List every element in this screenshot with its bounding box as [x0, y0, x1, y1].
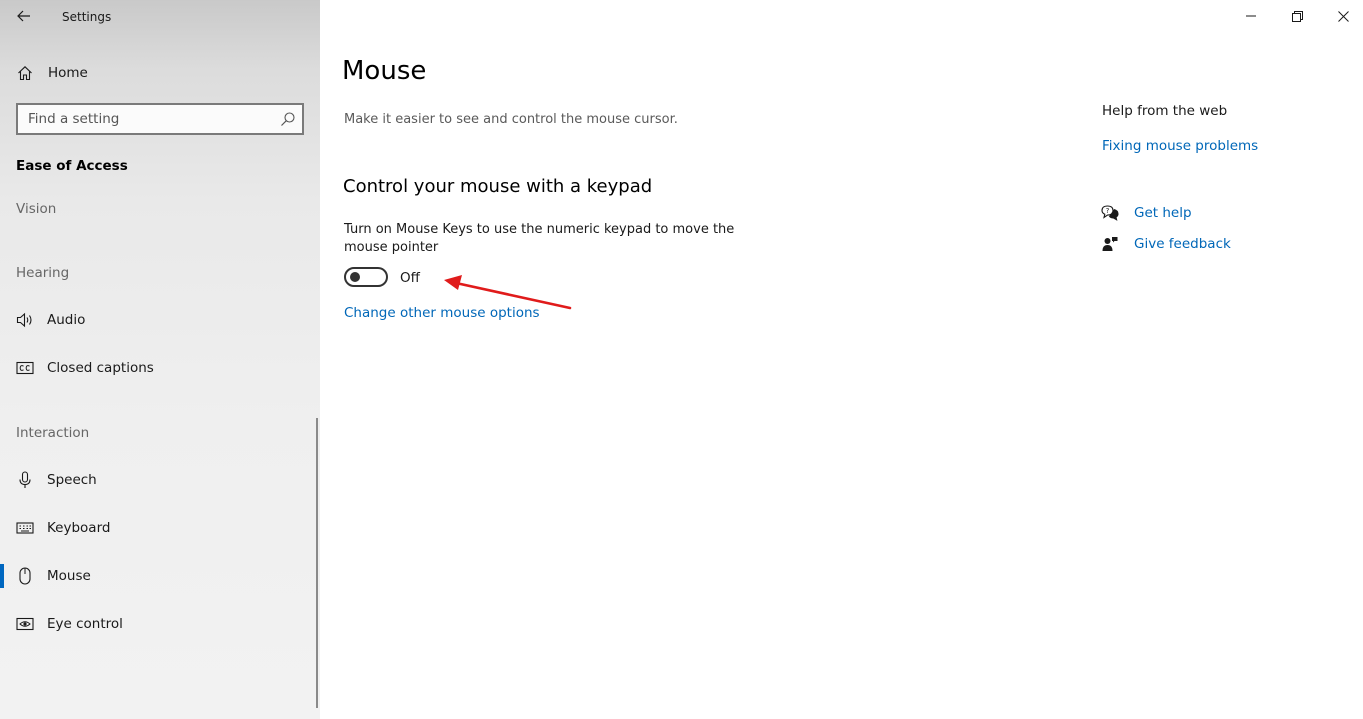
sidebar-item-label: Audio [47, 312, 86, 328]
page-title: Mouse [342, 56, 427, 86]
give-feedback-link[interactable]: Give feedback [1134, 236, 1231, 252]
change-other-mouse-options-link[interactable]: Change other mouse options [344, 305, 540, 321]
toggle-knob [350, 272, 360, 282]
back-button[interactable] [8, 0, 40, 32]
mouse-keys-toggle[interactable] [344, 267, 388, 287]
close-icon [1337, 10, 1349, 22]
sidebar-item-audio[interactable]: Audio [0, 300, 320, 340]
sidebar-item-label: Closed captions [47, 360, 154, 376]
sidebar-item-label: Home [48, 65, 88, 81]
back-arrow-icon [17, 10, 30, 22]
speaker-icon [16, 311, 34, 329]
sidebar-item-home[interactable]: Home [0, 53, 320, 93]
app-title: Settings [62, 10, 112, 24]
cc-icon [16, 359, 34, 377]
section-heading: Ease of Access [16, 158, 128, 174]
toggle-description: Turn on Mouse Keys to use the numeric ke… [344, 222, 735, 255]
group-heading-hearing: Hearing [16, 265, 70, 281]
chat-help-icon: ? [1101, 204, 1119, 222]
minimize-button[interactable] [1228, 0, 1274, 32]
sidebar-scrollbar[interactable] [316, 418, 318, 708]
eye-icon [16, 615, 34, 633]
sidebar-item-eye-control[interactable]: Eye control [0, 604, 320, 644]
search-input[interactable] [18, 105, 268, 133]
search-box[interactable] [16, 103, 304, 135]
page-description: Make it easier to see and control the mo… [344, 112, 678, 127]
get-help-link[interactable]: Get help [1134, 205, 1192, 221]
sidebar-item-label: Eye control [47, 616, 123, 632]
sidebar: Settings Home Ease of Access Vision Hear… [0, 0, 320, 719]
microphone-icon [16, 471, 34, 489]
mouse-icon [16, 567, 34, 585]
sidebar-item-label: Mouse [47, 568, 91, 584]
sidebar-item-keyboard[interactable]: Keyboard [0, 508, 320, 548]
group-heading-vision: Vision [16, 201, 57, 217]
minimize-icon [1246, 15, 1256, 17]
svg-text:?: ? [1106, 207, 1110, 215]
sidebar-item-mouse[interactable]: Mouse [0, 556, 320, 596]
sidebar-item-label: Keyboard [47, 520, 111, 536]
sidebar-item-label: Speech [47, 472, 97, 488]
sidebar-item-closed-captions[interactable]: Closed captions [0, 348, 320, 388]
help-heading: Help from the web [1102, 103, 1228, 119]
group-heading-interaction: Interaction [16, 425, 90, 441]
search-icon[interactable] [280, 111, 296, 127]
sidebar-item-speech[interactable]: Speech [0, 460, 320, 500]
feedback-person-icon [1101, 235, 1119, 253]
fixing-mouse-problems-link[interactable]: Fixing mouse problems [1102, 138, 1258, 154]
restore-icon [1291, 10, 1303, 22]
toggle-state-label: Off [400, 270, 420, 286]
section-title: Control your mouse with a keypad [343, 176, 653, 197]
home-icon [16, 64, 34, 82]
keyboard-icon [16, 519, 34, 537]
title-bar: Settings [0, 0, 320, 34]
restore-button[interactable] [1274, 0, 1320, 32]
close-button[interactable] [1320, 0, 1363, 32]
